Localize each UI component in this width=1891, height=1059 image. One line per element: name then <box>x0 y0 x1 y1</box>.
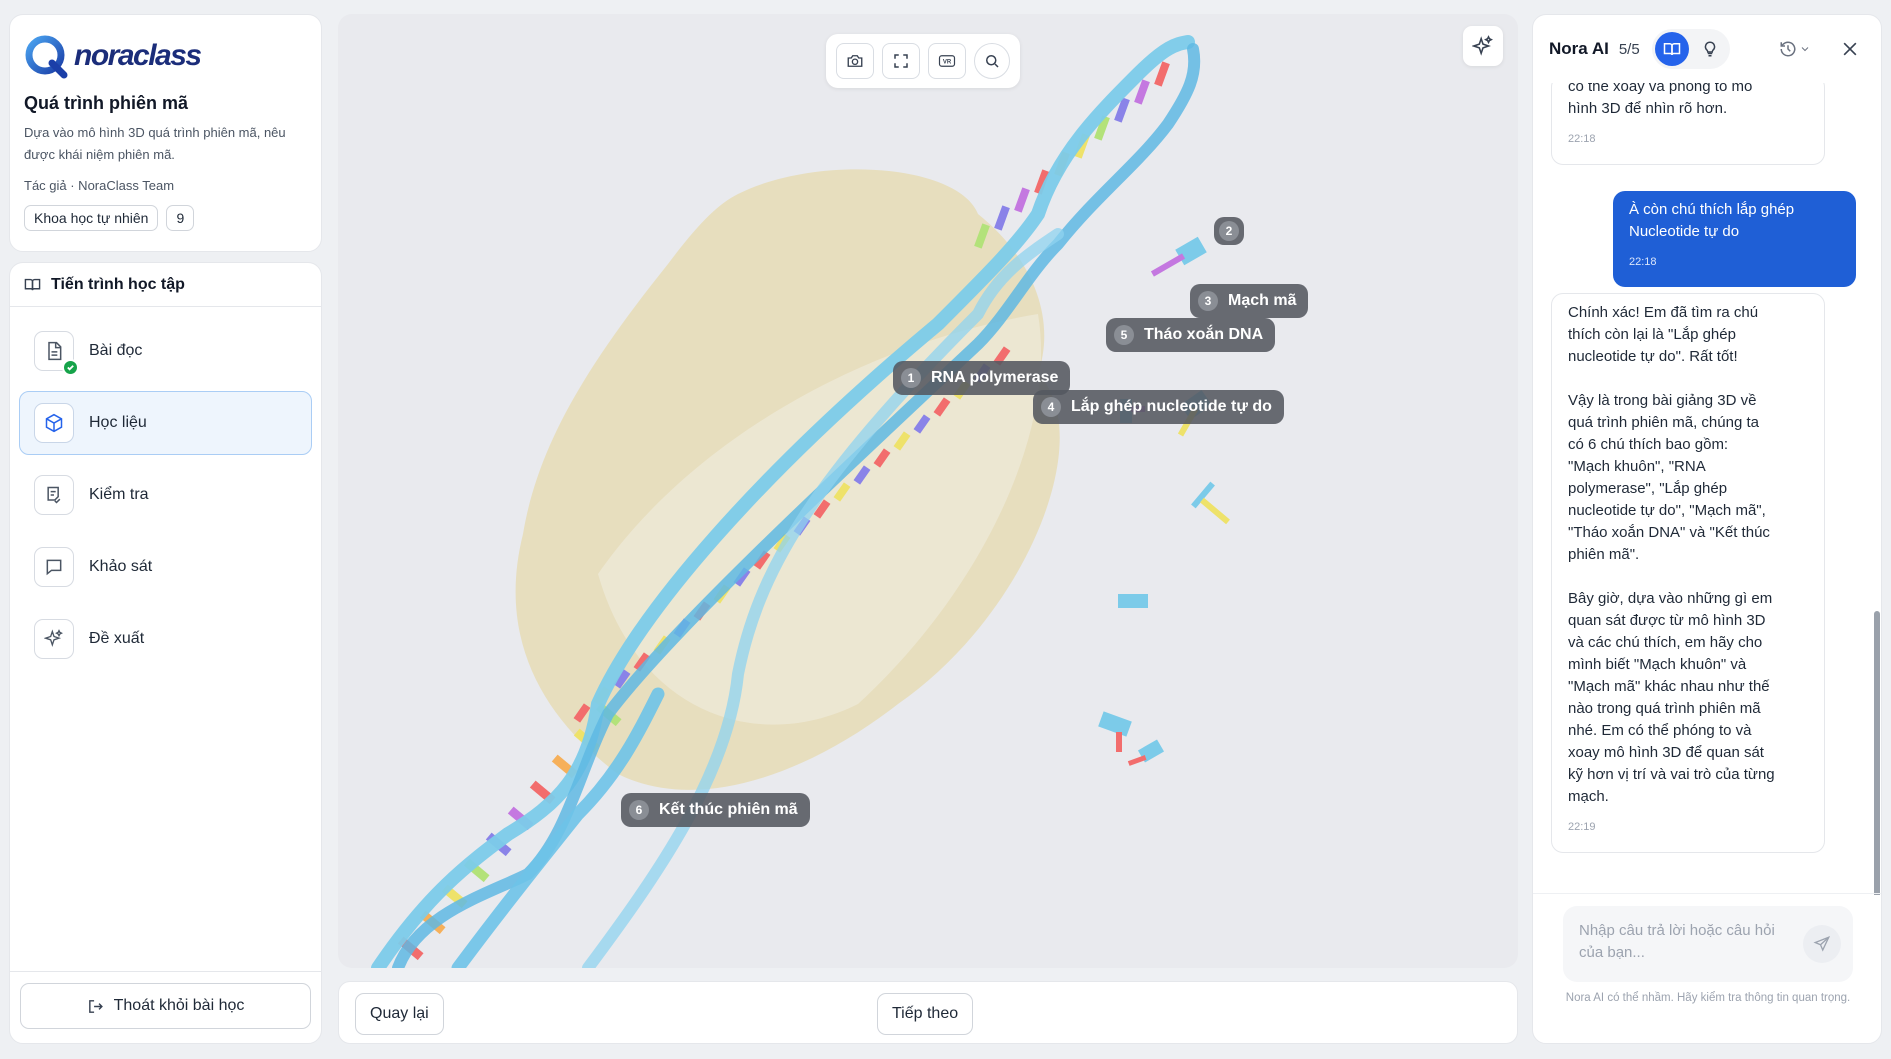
course-author: Tác giả · NoraClass Team <box>24 178 175 193</box>
nav-item-reading[interactable]: Bài đọc <box>19 319 312 383</box>
subject-tag: Khoa học tự nhiên <box>24 205 159 231</box>
progress-header: Tiến trình học tập <box>10 263 321 307</box>
cube-icon <box>45 413 63 433</box>
chevron-down-icon <box>1801 47 1809 52</box>
camera-icon <box>847 55 863 67</box>
message-time: 22:18 <box>1568 133 1596 145</box>
nora-ai-chat-panel: Nora AI 5/5 có thể xoay và phóng to mô hì… <box>1532 14 1882 1044</box>
nav-item-label: Khảo sát <box>89 558 153 575</box>
exit-label: Thoát khỏi bài học <box>113 997 245 1014</box>
fullscreen-button[interactable] <box>882 43 920 79</box>
chat-input-box <box>1563 906 1853 982</box>
user-message: À còn chú thích lắp ghép Nucleotide tự do… <box>1613 191 1856 287</box>
history-dropdown-button[interactable] <box>1779 40 1811 58</box>
annotation-label-6[interactable]: 6 Kết thúc phiên mã <box>621 793 810 827</box>
annotation-text: Kết thúc phiên mã <box>659 801 798 818</box>
base-pair <box>1014 187 1030 213</box>
nav-item-label: Kiểm tra <box>89 486 149 503</box>
ai-message: Chính xác! Em đã tìm ra chú thích còn lại… <box>1551 293 1825 853</box>
ai-message: có thể xoay và phóng to mô hình 3D để nhì… <box>1551 83 1825 165</box>
svg-text:VR: VR <box>943 60 952 66</box>
nav-item-survey[interactable]: Khảo sát <box>19 535 312 599</box>
ai-sparkle-button[interactable] <box>1463 26 1503 66</box>
send-button[interactable] <box>1803 925 1841 963</box>
logo-icon <box>25 35 68 79</box>
vr-button[interactable]: VR <box>928 43 966 79</box>
nav-item-label: Bài đọc <box>89 342 143 359</box>
3d-model-viewer[interactable]: VR 2 3 Mạch mã 5 Tháo xoắn DNA 1 RNA pol… <box>338 14 1518 968</box>
chat-messages[interactable]: có thể xoay và phóng to mô hình 3D để nhì… <box>1533 83 1881 895</box>
next-button[interactable]: Tiếp theo <box>877 993 974 1035</box>
send-icon <box>1813 936 1831 952</box>
nav-item-suggestions[interactable]: Đề xuất <box>19 607 312 671</box>
annotation-label-5[interactable]: 5 Tháo xoắn DNA <box>1106 318 1276 352</box>
nav-item-materials[interactable]: Học liệu <box>19 391 312 455</box>
fullscreen-icon <box>894 54 908 68</box>
annotation-label-3[interactable]: 3 Mạch mã <box>1190 284 1309 318</box>
message-time: 22:18 <box>1629 256 1657 268</box>
nav-item-label: Học liệu <box>89 414 147 431</box>
back-button[interactable]: Quay lại <box>355 993 444 1035</box>
message-time: 22:19 <box>1568 821 1596 833</box>
noraclass-logo[interactable]: noraclass <box>24 33 307 79</box>
chat-title: Nora AI <box>1549 39 1609 58</box>
book-icon <box>24 278 41 291</box>
annotation-text: RNA polymerase <box>931 369 1059 386</box>
lightbulb-icon <box>1704 41 1715 57</box>
book-open-icon <box>1663 43 1680 56</box>
learn-mode-button[interactable] <box>1654 32 1689 66</box>
annotation-label-2[interactable]: 2 <box>1214 217 1244 245</box>
search-icon <box>986 55 999 68</box>
checklist-icon <box>47 486 61 504</box>
chat-bubble-icon <box>46 559 62 576</box>
document-icon <box>48 341 62 361</box>
annotation-text: Mạch mã <box>1228 292 1297 309</box>
course-info-card: noraclass Quá trình phiên mã Dựa vào mô … <box>9 14 322 252</box>
ai-disclaimer: Nora AI có thể nhầm. Hãy kiểm tra thông … <box>1565 992 1851 1004</box>
sparkles-icon <box>1472 35 1493 56</box>
chat-message-input[interactable] <box>1579 920 1779 970</box>
history-icon <box>1780 41 1796 57</box>
lesson-navigation-bar: Quay lại Tiếp theo <box>338 981 1518 1044</box>
viewer-toolbar: VR <box>826 34 1020 88</box>
chat-mode-toggle <box>1651 29 1730 69</box>
course-description: Dựa vào mô hình 3D quá trình phiên mã, n… <box>24 125 286 162</box>
course-title: Quá trình phiên mã <box>24 93 189 113</box>
close-icon <box>1843 42 1857 56</box>
hint-mode-button[interactable] <box>1693 32 1727 66</box>
vr-icon: VR <box>938 55 956 67</box>
nav-item-quiz[interactable]: Kiểm tra <box>19 463 312 527</box>
progress-title: Tiến trình học tập <box>51 275 185 293</box>
annotation-text: Tháo xoắn DNA <box>1144 326 1264 343</box>
screenshot-button[interactable] <box>836 43 874 79</box>
base-pair <box>994 205 1010 231</box>
completed-check-icon <box>62 359 79 376</box>
close-chat-button[interactable] <box>1835 34 1865 64</box>
chat-header: Nora AI 5/5 <box>1533 15 1881 83</box>
message-text: có thể xoay và phóng to mô hình 3D để nhì… <box>1568 83 1753 117</box>
sparkles-icon <box>44 629 63 647</box>
annotation-label-4[interactable]: 4 Lắp ghép nucleotide tự do <box>1033 390 1284 424</box>
logo-text: noraclass <box>74 39 202 72</box>
message-text: Chính xác! Em đã tìm ra chú thích còn lại… <box>1568 304 1775 805</box>
chat-input-area: Nora AI có thể nhầm. Hãy kiểm tra thông … <box>1533 893 1881 1043</box>
exit-icon <box>88 999 103 1013</box>
search-button[interactable] <box>974 43 1010 79</box>
nav-item-label: Đề xuất <box>89 630 145 647</box>
learning-progress-panel: Tiến trình học tập Bài đọc Học liệu Kiểm… <box>9 262 322 1044</box>
chat-scrollbar[interactable] <box>1874 611 1880 895</box>
grade-tag: 9 <box>166 205 195 231</box>
annotation-text: Lắp ghép nucleotide tự do <box>1071 398 1272 415</box>
exit-lesson-button[interactable]: Thoát khỏi bài học <box>20 983 311 1029</box>
message-text: À còn chú thích lắp ghép Nucleotide tự do <box>1629 201 1795 240</box>
dna-transcription-model[interactable] <box>338 14 1518 968</box>
message-quota: 5/5 <box>1618 40 1640 58</box>
